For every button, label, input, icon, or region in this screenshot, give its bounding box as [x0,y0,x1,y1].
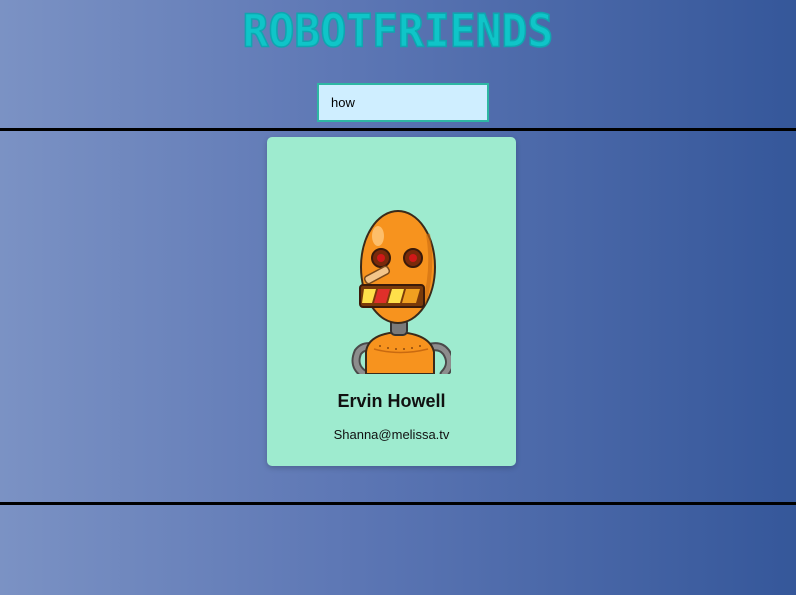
page-title: ROBOTFRIENDS [242,5,554,59]
robot-name: Ervin Howell [337,391,446,411]
header: ROBOTFRIENDS [0,5,796,59]
search-input[interactable] [317,83,489,122]
robot-card: Ervin Howell Shanna@melissa.tv [267,137,516,466]
search-box [317,83,489,122]
robot-avatar-icon [351,210,451,374]
robot-email: Shanna@melissa.tv [333,427,450,442]
card-list-scroll[interactable]: Ervin Howell Shanna@melissa.tv [0,128,796,505]
